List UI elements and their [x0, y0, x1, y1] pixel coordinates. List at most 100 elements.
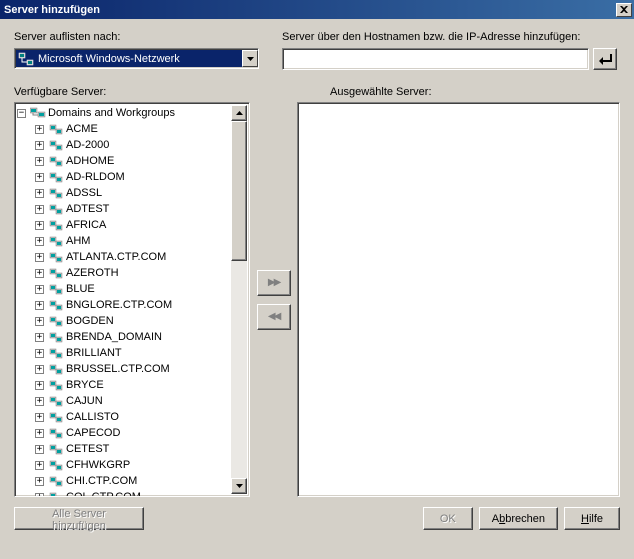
help-button[interactable]: Hilfe	[564, 507, 620, 530]
tree-item[interactable]: + AZEROTH	[17, 265, 231, 281]
tree-item[interactable]: +ADSSL	[17, 185, 231, 201]
scroll-track[interactable]	[231, 121, 247, 478]
expand-icon[interactable]: +	[35, 397, 44, 406]
domain-icon	[48, 122, 64, 136]
expand-icon[interactable]: +	[35, 317, 44, 326]
tree-item[interactable]: + ADTEST	[17, 201, 231, 217]
tree-item[interactable]: +ACME	[17, 121, 231, 137]
double-left-icon: ◀◀	[268, 311, 279, 322]
expand-icon[interactable]: +	[35, 477, 44, 486]
tree-item-label: BRENDA_DOMAIN	[66, 329, 162, 345]
remove-server-button[interactable]: ◀◀	[257, 304, 291, 330]
tree-item[interactable]: + CETEST	[17, 441, 231, 457]
tree-item[interactable]: +BLUE	[17, 281, 231, 297]
domain-icon	[48, 218, 64, 232]
tree-item[interactable]: +AHM	[17, 233, 231, 249]
tree-item[interactable]: +ATLANTA.CTP.COM	[17, 249, 231, 265]
expand-icon[interactable]: +	[35, 349, 44, 358]
domain-icon	[48, 442, 64, 456]
expand-icon[interactable]: +	[35, 333, 44, 342]
scroll-up-button[interactable]	[231, 105, 247, 121]
cancel-button[interactable]: Abbrechen	[479, 507, 558, 530]
expand-icon[interactable]: +	[35, 141, 44, 150]
domain-icon	[48, 282, 64, 296]
close-button[interactable]	[616, 3, 632, 17]
list-by-label: Server auflisten nach:	[14, 31, 264, 43]
domain-icon	[48, 346, 64, 360]
expand-icon[interactable]: +	[35, 189, 44, 198]
expand-icon[interactable]: +	[35, 493, 44, 498]
tree-item[interactable]: +BOGDEN	[17, 313, 231, 329]
tree-item[interactable]: +CALLISTO	[17, 409, 231, 425]
expand-icon[interactable]: +	[35, 461, 44, 470]
add-host-button[interactable]	[593, 48, 617, 70]
domain-icon	[48, 362, 64, 376]
tree-item[interactable]: +BRUSSEL.CTP.COM	[17, 361, 231, 377]
tree-item-label: AFRICA	[66, 217, 106, 233]
tree-item-label: BRYCE	[66, 377, 104, 393]
tree-item-label: CAJUN	[66, 393, 103, 409]
expand-icon[interactable]: +	[35, 125, 44, 134]
expand-icon[interactable]: +	[35, 365, 44, 374]
dropdown-arrow-button[interactable]	[242, 50, 258, 67]
expand-icon[interactable]: +	[35, 413, 44, 422]
tree-item[interactable]: + BRYCE	[17, 377, 231, 393]
expand-icon[interactable]: +	[35, 285, 44, 294]
tree-item[interactable]: + BNGLORE.CTP.COM	[17, 297, 231, 313]
expand-icon[interactable]: +	[35, 269, 44, 278]
title-bar: Server hinzufügen	[0, 0, 634, 19]
tree-item-label: CFHWKGRP	[66, 457, 130, 473]
domain-icon	[48, 170, 64, 184]
tree-item[interactable]: +AD-2000	[17, 137, 231, 153]
domain-icon	[48, 266, 64, 280]
expand-icon[interactable]: +	[35, 445, 44, 454]
domain-icon	[48, 410, 64, 424]
tree-item[interactable]: + BRENDA_DOMAIN	[17, 329, 231, 345]
expand-icon[interactable]: +	[35, 205, 44, 214]
available-servers-tree[interactable]: − Domains and Workgroups +ACME+AD-2000+A…	[14, 102, 250, 497]
tree-item[interactable]: +CAPECOD	[17, 425, 231, 441]
tree-item-label: BRILLIANT	[66, 345, 122, 361]
expand-icon[interactable]: +	[35, 221, 44, 230]
tree-item-label: BNGLORE.CTP.COM	[66, 297, 172, 313]
selected-servers-list[interactable]	[297, 102, 620, 497]
expand-icon[interactable]: +	[35, 157, 44, 166]
expand-icon[interactable]: +	[35, 381, 44, 390]
domain-icon	[48, 314, 64, 328]
expand-icon[interactable]: +	[35, 301, 44, 310]
tree-root-node[interactable]: − Domains and Workgroups	[17, 105, 231, 121]
domain-icon	[48, 378, 64, 392]
expand-icon[interactable]: +	[35, 173, 44, 182]
tree-item-label: AZEROTH	[66, 265, 119, 281]
expand-icon[interactable]: +	[35, 237, 44, 246]
collapse-icon[interactable]: −	[17, 109, 26, 118]
tree-item[interactable]: +AD-RLDOM	[17, 169, 231, 185]
tree-item[interactable]: + CAJUN	[17, 393, 231, 409]
scroll-down-button[interactable]	[231, 478, 247, 494]
network-dropdown[interactable]: Microsoft Windows-Netzwerk	[14, 48, 259, 69]
network-icon	[18, 51, 34, 67]
expand-icon[interactable]: +	[35, 253, 44, 262]
tree-item-label: CETEST	[66, 441, 109, 457]
domains-icon	[30, 106, 46, 120]
domain-icon	[48, 490, 64, 497]
tree-item[interactable]: + AFRICA	[17, 217, 231, 233]
available-label: Verfügbare Server:	[14, 86, 264, 98]
expand-icon[interactable]: +	[35, 429, 44, 438]
window-title: Server hinzufügen	[4, 4, 616, 16]
domain-icon	[48, 250, 64, 264]
tree-item[interactable]: +COL.CTP.COM	[17, 489, 231, 497]
tree-item-label: ADTEST	[66, 201, 109, 217]
tree-item[interactable]: + CFHWKGRP	[17, 457, 231, 473]
tree-item[interactable]: +CHI.CTP.COM	[17, 473, 231, 489]
domain-icon	[48, 154, 64, 168]
add-by-host-label: Server über den Hostnamen bzw. die IP-Ad…	[282, 31, 620, 43]
tree-root-label: Domains and Workgroups	[48, 105, 175, 121]
tree-item[interactable]: +ADHOME	[17, 153, 231, 169]
tree-item[interactable]: + BRILLIANT	[17, 345, 231, 361]
hostname-input[interactable]	[282, 48, 589, 70]
domain-icon	[48, 186, 64, 200]
add-server-button[interactable]: ▶▶	[257, 270, 291, 296]
tree-scrollbar[interactable]	[231, 105, 247, 494]
scroll-thumb[interactable]	[231, 121, 247, 261]
